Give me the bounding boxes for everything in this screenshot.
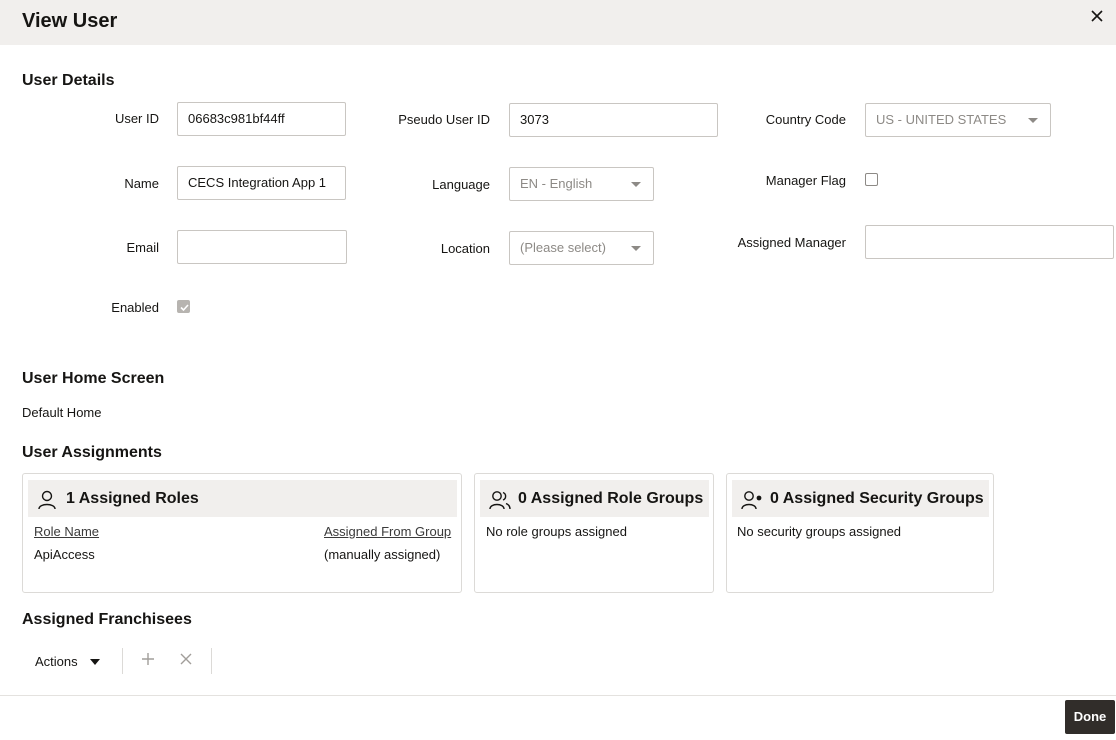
location-value: (Please select) (520, 240, 606, 255)
assigned-role-groups-header: 0 Assigned Role Groups (480, 480, 709, 517)
email-label: Email (126, 240, 159, 255)
assigned-roles-header: 1 Assigned Roles (28, 480, 457, 517)
assigned-manager-label: Assigned Manager (737, 235, 846, 250)
location-label: Location (440, 241, 490, 256)
email-field[interactable] (177, 230, 347, 264)
chevron-down-icon (631, 246, 641, 251)
check-icon (180, 304, 189, 312)
user-details-heading: User Details (22, 72, 115, 89)
manager-flag-label: Manager Flag (765, 173, 846, 188)
assigned-security-groups-title: 0 Assigned Security Groups (770, 490, 984, 507)
actions-menu-button[interactable]: Actions (35, 653, 101, 671)
assigned-manager-field[interactable] (865, 225, 1114, 259)
name-label: Name (124, 176, 159, 191)
chevron-down-icon (1028, 118, 1038, 123)
country-code-label: Country Code (765, 112, 846, 127)
dialog-header: View User (0, 0, 1116, 45)
security-groups-empty-text: No security groups assigned (737, 524, 902, 539)
assigned-role-groups-card: 0 Assigned Role Groups No role groups as… (474, 473, 714, 593)
footer-divider (0, 695, 1116, 696)
country-code-value: US - UNITED STATES (876, 112, 1007, 127)
home-screen-heading: User Home Screen (22, 370, 165, 387)
actions-label: Actions (35, 654, 78, 669)
close-icon[interactable] (1086, 5, 1108, 27)
done-button[interactable]: Done (1065, 700, 1115, 734)
country-code-select[interactable]: US - UNITED STATES (865, 103, 1051, 137)
location-select[interactable]: (Please select) (509, 231, 654, 265)
assigned-security-groups-header: 0 Assigned Security Groups (732, 480, 989, 517)
manager-flag-checkbox[interactable] (865, 173, 878, 186)
assigned-role-groups-title: 0 Assigned Role Groups (518, 490, 704, 507)
enabled-checkbox[interactable] (177, 300, 190, 313)
toolbar-divider (122, 648, 123, 674)
language-select[interactable]: EN - English (509, 167, 654, 201)
role-groups-empty-text: No role groups assigned (486, 524, 627, 539)
assigned-roles-card: 1 Assigned Roles Role Name Assigned From… (22, 473, 462, 593)
person-add-icon (741, 491, 762, 510)
dialog-title: View User (22, 10, 118, 32)
person-icon (38, 490, 56, 510)
people-icon (489, 491, 511, 510)
assigned-security-groups-card: 0 Assigned Security Groups No security g… (726, 473, 994, 593)
assigned-franchisees-heading: Assigned Franchisees (22, 611, 192, 628)
user-id-label: User ID (114, 111, 159, 126)
assigned-from-group-column-header[interactable]: Assigned From Group (324, 524, 451, 539)
language-value: EN - English (520, 176, 593, 191)
assigned-from-group-cell: (manually assigned) (324, 547, 441, 562)
chevron-down-icon (90, 658, 101, 665)
name-field[interactable]: CECS Integration App 1 (177, 166, 346, 200)
plus-icon[interactable] (140, 651, 156, 667)
user-assignments-heading: User Assignments (22, 444, 162, 461)
home-screen-value: Default Home (22, 405, 102, 420)
enabled-label: Enabled (111, 300, 159, 315)
language-label: Language (432, 177, 490, 192)
toolbar-divider (211, 648, 212, 674)
user-id-field[interactable]: 06683c981bf44ff (177, 102, 346, 136)
pseudo-user-id-label: Pseudo User ID (398, 112, 490, 127)
role-name-cell: ApiAccess (34, 547, 95, 562)
chevron-down-icon (631, 182, 641, 187)
pseudo-user-id-field[interactable]: 3073 (509, 103, 718, 137)
role-name-column-header[interactable]: Role Name (34, 524, 99, 539)
x-icon[interactable] (178, 651, 194, 667)
assigned-roles-title: 1 Assigned Roles (66, 490, 199, 507)
